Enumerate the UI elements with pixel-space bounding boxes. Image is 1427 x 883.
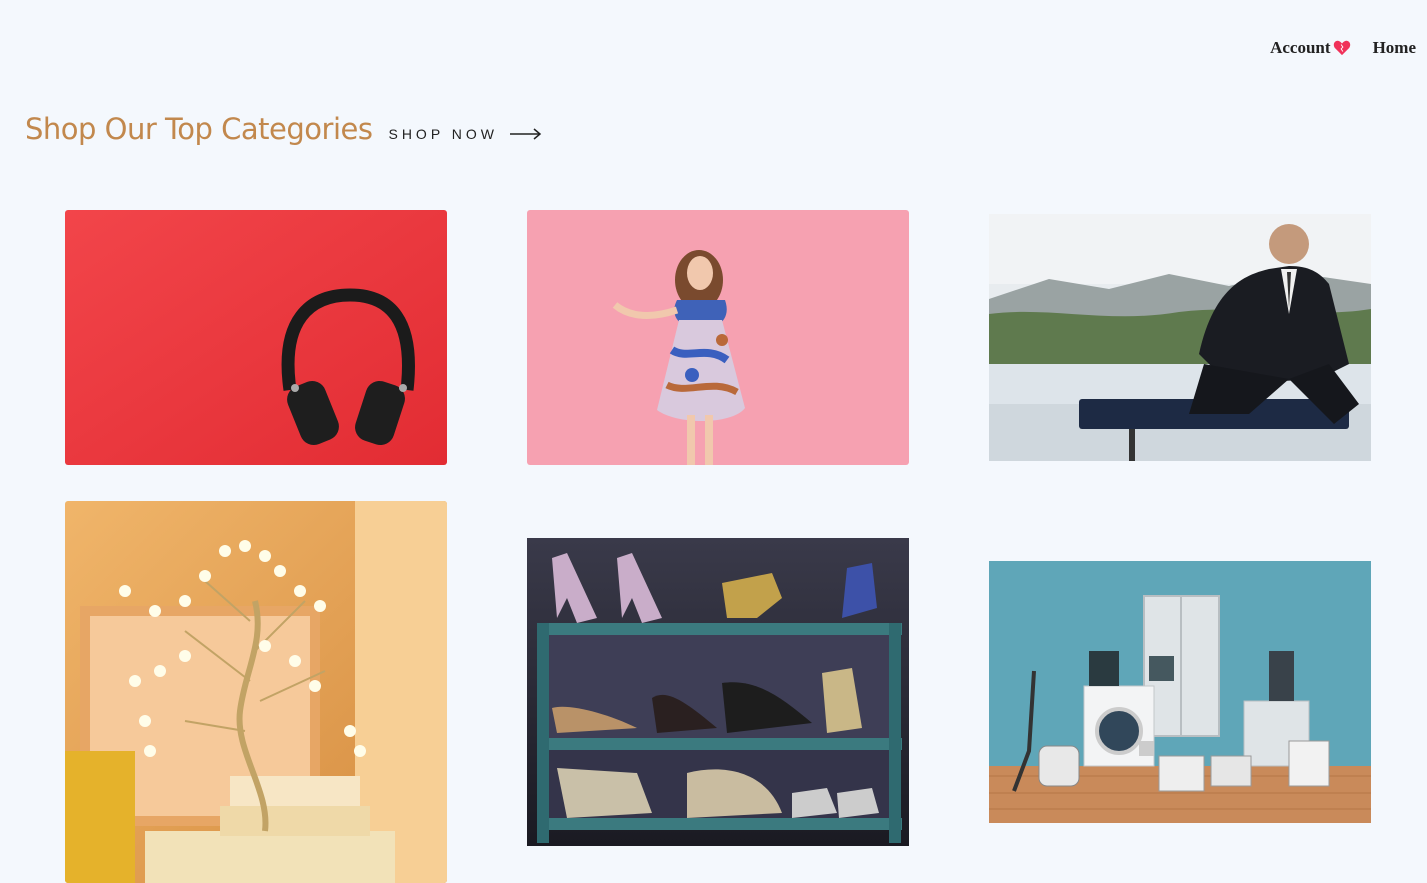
shop-now-label: SHOP NOW <box>388 126 499 142</box>
dress-icon <box>527 210 909 465</box>
lamp-icon <box>65 501 447 883</box>
account-label: Account <box>1270 38 1331 57</box>
page-title: Shop Our Top Categories <box>25 112 373 146</box>
section-header: Shop Our Top Categories SHOP NOW <box>25 112 542 146</box>
category-tile-fashion[interactable] <box>527 210 909 465</box>
arrow-right-icon <box>510 128 542 140</box>
shop-now-button[interactable]: SHOP NOW <box>388 126 542 142</box>
home-label: Home <box>1372 38 1416 57</box>
top-nav: Account Home <box>1270 38 1416 58</box>
category-tile-menswear[interactable] <box>989 214 1371 461</box>
shoe-icon <box>527 538 909 846</box>
home-link[interactable]: Home <box>1373 38 1416 58</box>
appliance-icon <box>989 561 1371 823</box>
category-tile-appliances[interactable] <box>989 561 1371 823</box>
heart-icon <box>1333 40 1350 56</box>
suit-icon <box>989 214 1371 461</box>
category-tile-footwear[interactable] <box>527 538 909 846</box>
headphones-icon <box>65 210 447 465</box>
category-tile-headphones[interactable] <box>65 210 447 465</box>
category-tile-home-decor[interactable] <box>65 501 447 883</box>
account-link[interactable]: Account <box>1270 38 1350 58</box>
